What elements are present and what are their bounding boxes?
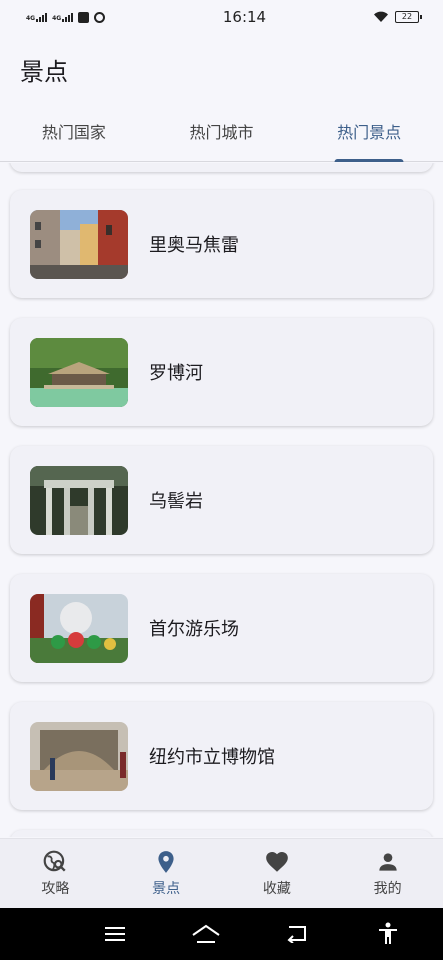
home-icon[interactable] <box>186 914 226 954</box>
nav-attractions[interactable]: 景点 <box>111 839 222 908</box>
attraction-name: 里奥马焦雷 <box>149 235 239 256</box>
attraction-list[interactable]: 里奥马焦雷 罗博河 乌髻岩 首尔游乐场 纽约市立博物馆 <box>0 163 443 837</box>
nav-label: 收藏 <box>262 881 291 897</box>
nav-guides[interactable]: 攻略 <box>0 839 111 908</box>
list-item[interactable]: 乌髻岩 <box>10 446 433 554</box>
nav-label: 攻略 <box>41 881 70 897</box>
sync-icon <box>94 11 106 23</box>
person-icon <box>378 853 397 871</box>
wifi-icon <box>374 11 388 22</box>
location-pin-icon <box>158 851 174 873</box>
page-title: 景点 <box>20 58 68 86</box>
attraction-name: 首尔游乐场 <box>149 619 239 640</box>
back-icon[interactable] <box>277 914 317 954</box>
attraction-name: 乌髻岩 <box>149 491 203 512</box>
status-time: 16:14 <box>222 8 267 26</box>
signal-icon: 4G <box>26 12 48 22</box>
museum-photo <box>30 721 128 791</box>
tab-hot-countries[interactable]: 热门国家 <box>0 100 148 161</box>
travel-explore-icon <box>44 850 66 872</box>
gate-photo <box>30 465 128 535</box>
network-label-2: 4G <box>52 14 62 22</box>
list-item-partial[interactable] <box>10 163 433 172</box>
amusement-photo <box>30 593 128 663</box>
tab-hot-cities[interactable]: 热门城市 <box>148 100 296 161</box>
attraction-name: 纽约市立博物馆 <box>149 747 275 768</box>
status-bar: 4G 4G 16:14 22 <box>0 0 443 34</box>
nav-favorites[interactable]: 收藏 <box>222 839 333 908</box>
network-label-1: 4G <box>26 14 36 22</box>
list-item[interactable]: 罗博河 <box>10 318 433 426</box>
list-item[interactable]: 里奥马焦雷 <box>10 190 433 298</box>
battery-icon: 22 <box>395 11 422 23</box>
tab-bar: 热门国家 热门城市 热门景点 <box>0 100 443 162</box>
list-item-partial[interactable] <box>10 830 433 837</box>
signal-icon-2: 4G <box>52 12 74 22</box>
list-item[interactable]: 首尔游乐场 <box>10 574 433 682</box>
heart-icon <box>266 852 288 872</box>
notification-app-icon <box>78 11 90 23</box>
pavilion-photo <box>30 337 128 407</box>
nav-label: 我的 <box>373 881 402 897</box>
list-item[interactable]: 纽约市立博物馆 <box>10 702 433 810</box>
attraction-name: 罗博河 <box>149 363 203 384</box>
tab-hot-attractions[interactable]: 热门景点 <box>295 100 443 161</box>
system-nav-bar <box>0 908 443 960</box>
nav-profile[interactable]: 我的 <box>332 839 443 908</box>
bottom-nav: 攻略 景点 收藏 我的 <box>0 838 443 908</box>
nav-label: 景点 <box>152 881 181 897</box>
accessibility-icon[interactable] <box>368 914 408 954</box>
menu-icon[interactable] <box>95 914 135 954</box>
street-photo <box>30 209 128 279</box>
